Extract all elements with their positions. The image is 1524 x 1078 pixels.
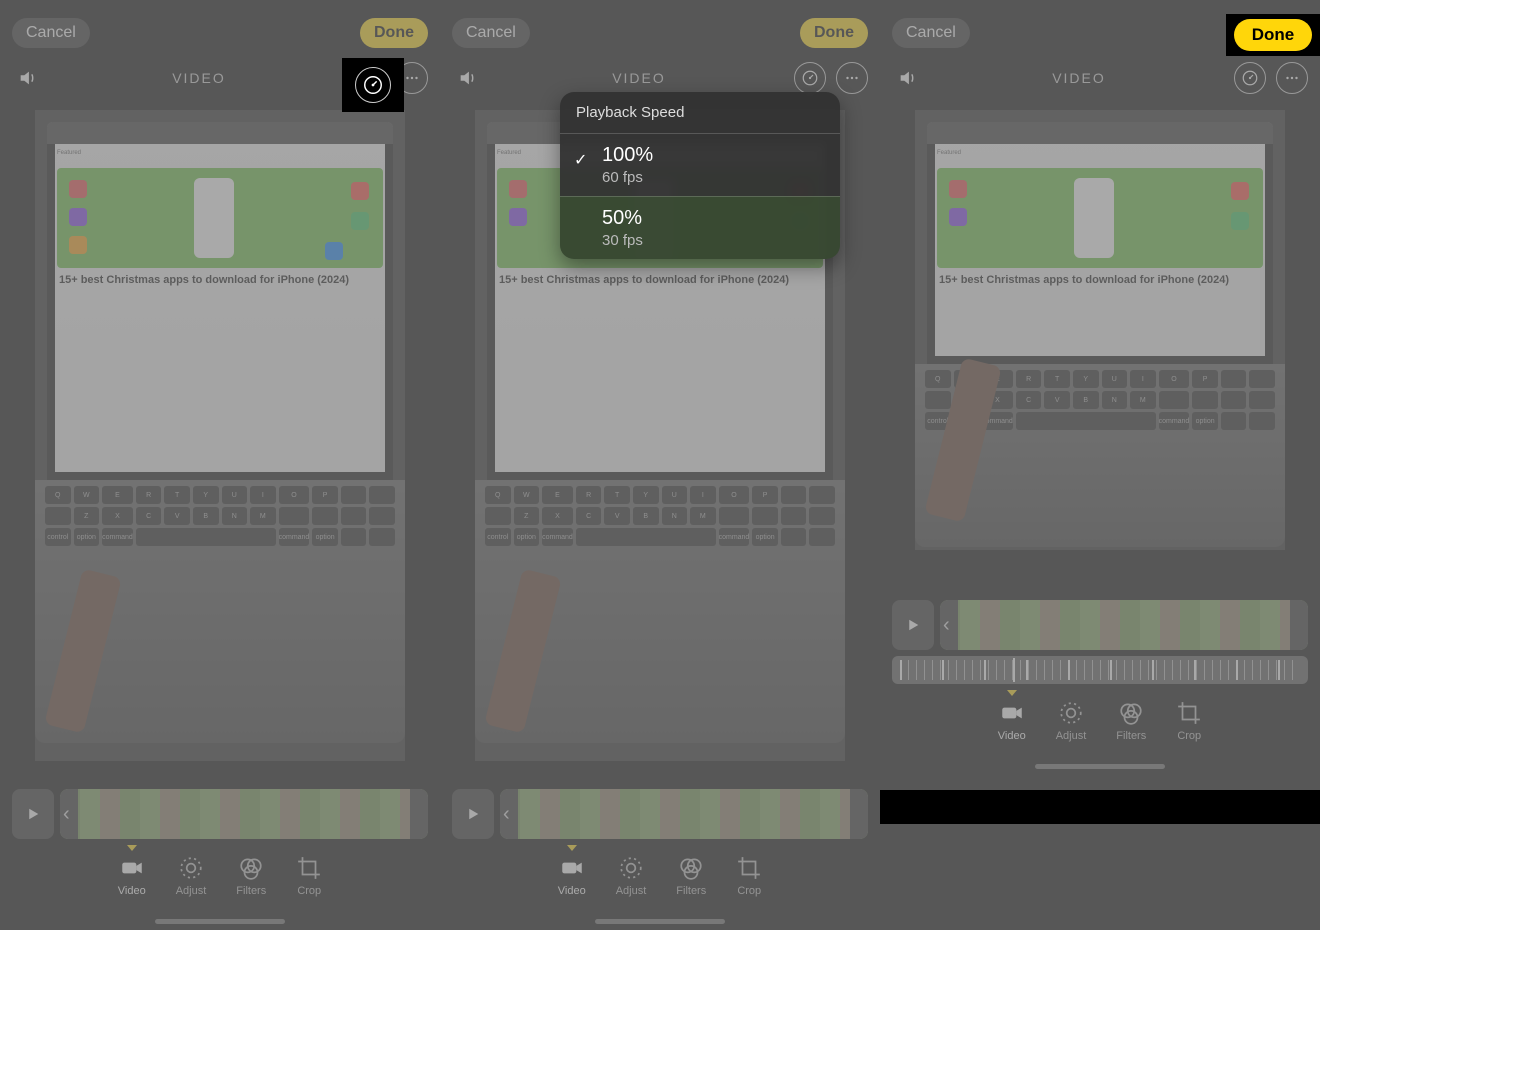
tab-video-label: Video [118, 885, 146, 897]
webpage-snippet: Featured [47, 144, 393, 162]
volume-icon[interactable] [892, 62, 924, 94]
tab-adjust[interactable]: Adjust [616, 855, 647, 897]
speed-scrubber-marker[interactable] [1013, 658, 1015, 682]
trim-handle-left-icon[interactable]: ‹ [63, 803, 73, 825]
option-label: 100% [602, 144, 824, 167]
edit-tools-tabbar: Video Adjust Filters Crop [440, 855, 880, 909]
editor-screen-1: Cancel Done VIDEO Featured [0, 0, 440, 930]
cancel-button[interactable]: Cancel [892, 18, 970, 48]
playback-speed-icon[interactable] [1234, 62, 1266, 94]
play-button[interactable] [12, 789, 54, 839]
tab-filters[interactable]: Filters [236, 855, 266, 897]
option-sublabel: 60 fps [602, 169, 824, 186]
article-headline: 15+ best Christmas apps to download for … [59, 274, 381, 287]
tab-video-label: Video [558, 885, 586, 897]
trim-handle-right-icon[interactable]: › [855, 803, 865, 825]
home-indicator[interactable] [1035, 764, 1165, 769]
mode-title: VIDEO [484, 70, 794, 86]
trim-handle-left-icon[interactable]: ‹ [503, 803, 513, 825]
edit-tools-tabbar: Video Adjust Filters Crop [880, 700, 1320, 754]
article-headline: 15+ best Christmas apps to download for … [499, 274, 821, 287]
play-button[interactable] [892, 600, 934, 650]
tab-crop-label: Crop [1177, 730, 1201, 742]
video-preview[interactable]: Featured 15+ best Christmas apps to down… [915, 110, 1285, 550]
mode-title: VIDEO [44, 70, 354, 86]
tab-adjust-label: Adjust [1056, 730, 1087, 742]
highlight-speed-icon [342, 58, 404, 112]
tab-video[interactable]: Video [118, 855, 146, 897]
trim-handle-right-icon[interactable]: › [415, 803, 425, 825]
option-sublabel: 30 fps [602, 232, 824, 249]
playback-speed-option-100[interactable]: ✓ 100% 60 fps [560, 133, 840, 196]
playback-speed-option-50[interactable]: 50% 30 fps [560, 196, 840, 259]
video-preview[interactable]: Featured 15+ best Christmas apps to down… [35, 110, 405, 761]
option-label: 50% [602, 207, 824, 230]
article-headline: 15+ best Christmas apps to download for … [939, 274, 1261, 287]
cancel-button[interactable]: Cancel [452, 18, 530, 48]
more-options-icon[interactable] [1276, 62, 1308, 94]
playback-speed-icon[interactable] [355, 67, 391, 103]
speed-scrubber[interactable] [892, 656, 1308, 684]
tab-crop[interactable]: Crop [296, 855, 322, 897]
play-button[interactable] [452, 789, 494, 839]
edit-tools-tabbar: Video Adjust Filters Crop [0, 855, 440, 909]
highlight-done-button: Done [1226, 14, 1320, 56]
volume-icon[interactable] [12, 62, 44, 94]
tab-adjust-label: Adjust [616, 885, 647, 897]
tab-video[interactable]: Video [998, 700, 1026, 742]
checkmark-icon: ✓ [574, 150, 587, 170]
trim-timeline[interactable]: ‹ › [940, 600, 1308, 650]
mode-title: VIDEO [924, 70, 1234, 86]
tab-video[interactable]: Video [558, 855, 586, 897]
tab-adjust-label: Adjust [176, 885, 207, 897]
home-indicator[interactable] [595, 919, 725, 924]
trim-handle-left-icon[interactable]: ‹ [943, 614, 953, 636]
done-button[interactable]: Done [1234, 19, 1313, 51]
playback-speed-menu: Playback Speed ✓ 100% 60 fps 50% 30 fps [560, 92, 840, 259]
highlight-speed-scrubber [880, 790, 1320, 824]
tab-crop-label: Crop [737, 885, 761, 897]
done-button[interactable]: Done [360, 18, 428, 48]
trim-timeline[interactable]: ‹ › [500, 789, 868, 839]
webpage-snippet: Featured [927, 144, 1273, 162]
cancel-button[interactable]: Cancel [12, 18, 90, 48]
tab-filters-label: Filters [236, 885, 266, 897]
tab-filters[interactable]: Filters [676, 855, 706, 897]
tab-video-label: Video [998, 730, 1026, 742]
tab-filters-label: Filters [1116, 730, 1146, 742]
tab-adjust[interactable]: Adjust [1056, 700, 1087, 742]
playback-speed-menu-header: Playback Speed [560, 92, 840, 133]
trim-handle-right-icon[interactable]: › [1295, 614, 1305, 636]
more-options-icon[interactable] [836, 62, 868, 94]
playback-speed-icon[interactable] [794, 62, 826, 94]
tab-crop-label: Crop [297, 885, 321, 897]
tab-crop[interactable]: Crop [1176, 700, 1202, 742]
home-indicator[interactable] [155, 919, 285, 924]
tab-filters[interactable]: Filters [1116, 700, 1146, 742]
tab-adjust[interactable]: Adjust [176, 855, 207, 897]
tab-filters-label: Filters [676, 885, 706, 897]
volume-icon[interactable] [452, 62, 484, 94]
done-button[interactable]: Done [800, 18, 868, 48]
tab-crop[interactable]: Crop [736, 855, 762, 897]
trim-timeline[interactable]: ‹ › [60, 789, 428, 839]
